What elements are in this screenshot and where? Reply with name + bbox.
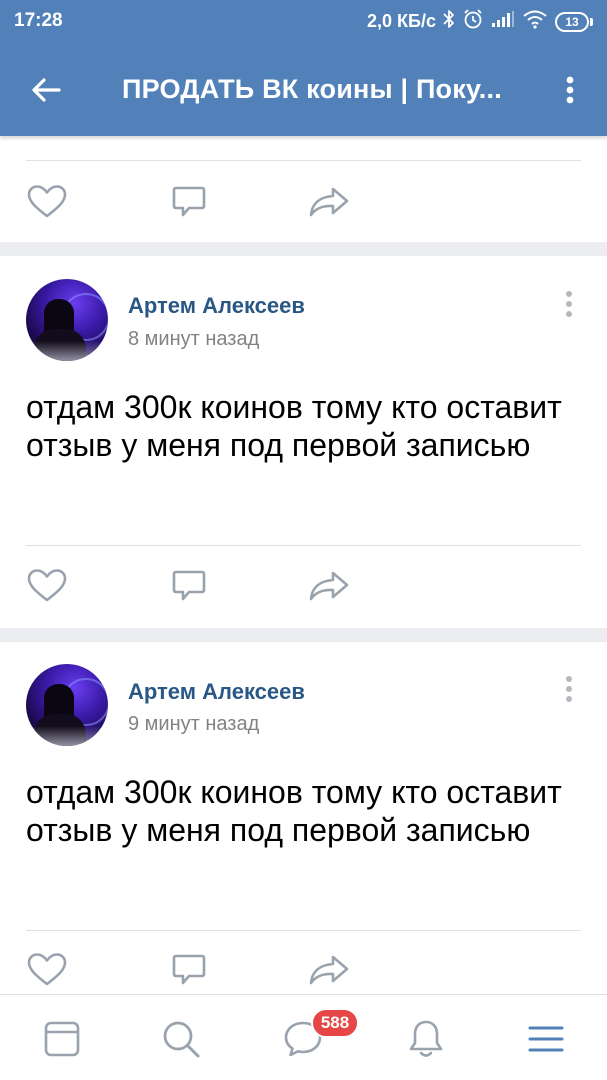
app-bar: ПРОДАТЬ ВК коины | Поку... xyxy=(0,44,607,136)
wifi-icon xyxy=(522,9,548,34)
network-speed: 2,0 КБ/с xyxy=(367,11,436,31)
like-icon xyxy=(27,185,67,218)
share-button[interactable] xyxy=(308,952,350,988)
post-divider xyxy=(26,160,581,161)
news-icon xyxy=(44,1021,80,1057)
messages-badge: 588 xyxy=(311,1008,359,1038)
post-author[interactable]: Артем Алексеев xyxy=(128,679,305,705)
comment-icon xyxy=(172,186,206,217)
post-text: отдам 300к коинов тому кто оставит отзыв… xyxy=(26,774,562,848)
post-time: 8 минут назад xyxy=(128,328,260,350)
like-icon xyxy=(27,953,67,986)
post-author[interactable]: Артем Алексеев xyxy=(128,293,305,319)
bluetooth-icon xyxy=(443,9,455,34)
notifications-icon xyxy=(409,1020,443,1057)
post-divider xyxy=(26,930,581,931)
comment-button[interactable] xyxy=(168,184,210,220)
alarm-icon xyxy=(462,8,484,35)
share-icon xyxy=(309,955,349,985)
post-more-button[interactable] xyxy=(556,284,582,324)
nav-news[interactable] xyxy=(38,1015,86,1063)
menu-icon xyxy=(528,1026,564,1052)
search-icon xyxy=(163,1021,200,1058)
battery-icon: 13 xyxy=(555,11,593,32)
screen: 17:28 2,0 КБ/с 13 ПРОДАТЬ ВК коины | Пок… xyxy=(0,0,607,1080)
more-vertical-icon xyxy=(566,291,572,317)
post-divider xyxy=(26,545,581,546)
post-text: отдам 300к коинов тому кто оставит отзыв… xyxy=(26,389,562,463)
like-button[interactable] xyxy=(26,952,68,988)
post-actions xyxy=(0,556,607,616)
post-time: 9 минут назад xyxy=(128,713,260,735)
share-button[interactable] xyxy=(308,184,350,220)
share-icon xyxy=(309,187,349,217)
battery-level: 13 xyxy=(555,11,589,32)
post-more-button[interactable] xyxy=(556,669,582,709)
post-card: Артем Алексеев 8 минут назад отдам 300к … xyxy=(0,256,607,628)
nav-notifications[interactable] xyxy=(402,1015,450,1063)
like-button[interactable] xyxy=(26,184,68,220)
like-icon xyxy=(27,569,67,602)
nav-search[interactable] xyxy=(157,1015,205,1063)
like-button[interactable] xyxy=(26,568,68,604)
nav-menu[interactable] xyxy=(522,1015,570,1063)
more-vertical-icon xyxy=(566,76,574,104)
post-actions xyxy=(0,940,607,1000)
avatar[interactable] xyxy=(26,279,108,361)
more-menu-button[interactable] xyxy=(550,68,590,112)
arrow-left-icon xyxy=(32,78,61,102)
top-bar: 17:28 2,0 КБ/с 13 ПРОДАТЬ ВК коины | Пок… xyxy=(0,0,607,136)
page-title: ПРОДАТЬ ВК коины | Поку... xyxy=(122,74,502,104)
post-actions xyxy=(0,172,607,232)
bottom-nav: 588 xyxy=(0,994,607,1080)
signal-icon xyxy=(491,10,515,33)
comment-button[interactable] xyxy=(168,568,210,604)
avatar[interactable] xyxy=(26,664,108,746)
comment-button[interactable] xyxy=(168,952,210,988)
comment-icon xyxy=(172,570,206,601)
status-right: 2,0 КБ/с 13 xyxy=(367,8,593,35)
post-card: Артем Алексеев 9 минут назад отдам 300к … xyxy=(0,642,607,1002)
post-card-previous xyxy=(0,136,607,242)
share-icon xyxy=(309,571,349,601)
status-time: 17:28 xyxy=(14,10,63,31)
back-button[interactable] xyxy=(22,66,70,114)
share-button[interactable] xyxy=(308,568,350,604)
comment-icon xyxy=(172,954,206,985)
more-vertical-icon xyxy=(566,676,572,702)
status-bar: 17:28 2,0 КБ/с 13 xyxy=(0,0,607,44)
